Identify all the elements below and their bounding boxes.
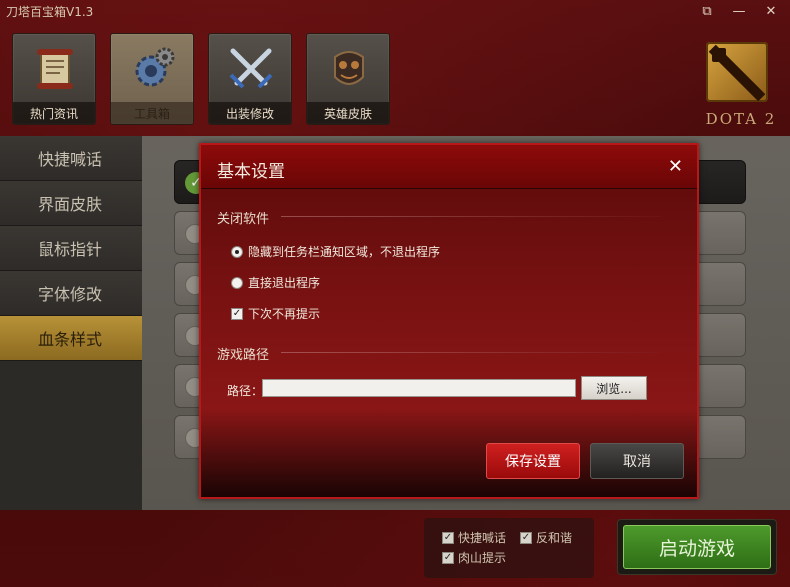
dota2-logo: DOTA 2 [698,42,784,134]
radio-selected-icon [231,245,243,258]
browse-button[interactable]: 浏览... [581,376,647,400]
top-nav: 热门资讯 工具箱 出装修改 英雄皮肤 [12,33,390,125]
sidebar-item-label: 字体修改 [38,285,103,304]
sidebar-item-ui-skin[interactable]: 界面皮肤 [0,181,142,226]
nav-tile-label: 英雄皮肤 [307,102,389,124]
settings-dialog: 基本设置 ✕ 关闭软件 隐藏到任务栏通知区域，不退出程序 直接退出程序 ✓ 下次… [199,143,699,499]
sidebar-item-cursor[interactable]: 鼠标指针 [0,226,142,271]
checkbox-label: 下次不再提示 [248,307,321,321]
gear-icon [123,40,183,98]
scroll-icon [25,40,85,98]
sidebar-item-font[interactable]: 字体修改 [0,271,142,316]
option-roshan-alert[interactable]: ✓ 肉山提示 [442,549,506,566]
dota2-logo-text: DOTA 2 [705,110,777,128]
checkbox-checked-icon: ✓ [231,307,243,320]
nav-tile-label: 工具箱 [111,102,193,124]
radio-hide-to-tray[interactable]: 隐藏到任务栏通知区域，不退出程序 [231,243,440,260]
sidebar: 快捷喊话 界面皮肤 鼠标指针 字体修改 血条样式 [0,136,142,361]
section-title-path: 游戏路径 [217,348,270,363]
sidebar-item-health-bar[interactable]: 血条样式 [0,316,142,361]
cancel-button[interactable]: 取消 [590,443,684,479]
dialog-title: 基本设置 [217,162,285,182]
sidebar-item-label: 界面皮肤 [38,195,103,214]
divider [281,216,661,217]
close-icon[interactable]: ✕ [760,2,782,20]
radio-label: 隐藏到任务栏通知区域，不退出程序 [248,245,441,259]
section-title-close: 关闭软件 [217,212,270,227]
quick-options: ✓ 快捷喊话 ✓ 反和谐 ✓ 肉山提示 [424,518,594,578]
nav-tile-toolbox[interactable]: 工具箱 [110,33,194,125]
option-label: 快捷喊话 [458,531,507,545]
nav-tile-label: 热门资讯 [13,102,95,124]
sidebar-item-label: 血条样式 [38,330,103,349]
nav-tile-skins[interactable]: 英雄皮肤 [306,33,390,125]
game-path-input[interactable] [262,379,576,397]
radio-exit-program[interactable]: 直接退出程序 [231,274,320,291]
path-label: 路径： [227,384,264,398]
option-label: 反和谐 [536,531,573,545]
sidebar-item-label: 快捷喊话 [38,150,103,169]
checkbox-icon: ✓ [442,551,454,564]
sidebar-item-label: 鼠标指针 [38,240,103,259]
option-quick-chat[interactable]: ✓ 快捷喊话 [442,529,506,546]
start-game-frame: 启动游戏 [617,519,777,575]
save-settings-button[interactable]: 保存设置 [486,443,580,479]
app-window: 刀塔百宝箱V1.3 ⧉ — ✕ 热门资讯 工具箱 出装修改 英雄皮肤 DOTA … [0,0,790,587]
checkbox-icon: ✓ [442,531,454,544]
checkbox-icon: ✓ [520,531,532,544]
checkbox-no-prompt[interactable]: ✓ 下次不再提示 [231,305,320,322]
close-icon[interactable]: ✕ [668,156,683,177]
dota2-logo-mark [706,42,768,102]
sidebar-item-quick-chat[interactable]: 快捷喊话 [0,136,142,181]
crossed-swords-icon [221,40,281,98]
feedback-icon[interactable]: ⧉ [696,2,718,20]
armor-icon [319,40,379,98]
app-title: 刀塔百宝箱V1.3 [6,5,94,19]
start-game-button[interactable]: 启动游戏 [623,525,771,569]
nav-tile-items[interactable]: 出装修改 [208,33,292,125]
option-label: 肉山提示 [458,551,507,565]
dialog-header: 基本设置 ✕ [201,145,697,189]
minimize-icon[interactable]: — [728,2,750,20]
radio-label: 直接退出程序 [248,276,321,290]
nav-tile-label: 出装修改 [209,102,291,124]
nav-tile-news[interactable]: 热门资讯 [12,33,96,125]
option-anti-harmony[interactable]: ✓ 反和谐 [520,529,572,546]
divider [281,352,661,353]
window-controls: ⧉ — ✕ [696,2,782,20]
radio-unselected-icon [231,276,243,289]
